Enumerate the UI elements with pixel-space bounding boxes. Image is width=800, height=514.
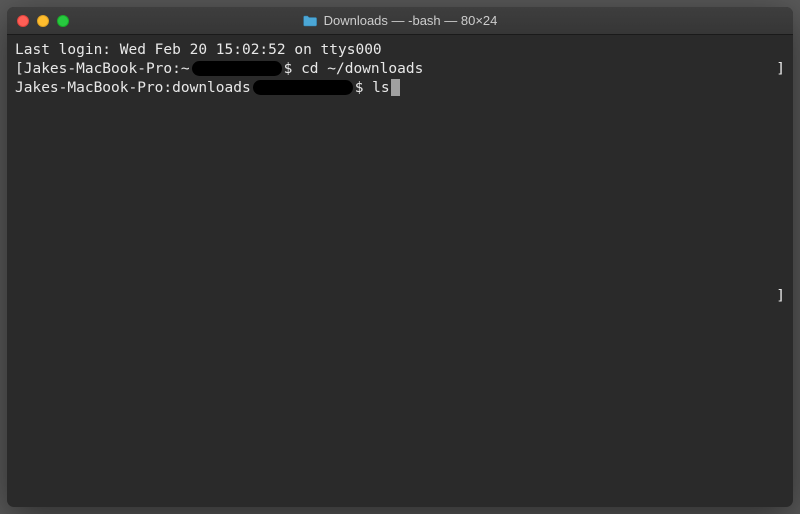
cursor [391, 79, 400, 96]
title-bar: Downloads — -bash — 80×24 [7, 7, 793, 35]
terminal-line-login: Last login: Wed Feb 20 15:02:52 on ttys0… [15, 41, 785, 60]
line-wrap-bracket: ] [776, 287, 785, 306]
prompt-host: [Jakes-MacBook-Pro:~ [15, 60, 190, 79]
window-title-area: Downloads — -bash — 80×24 [303, 13, 498, 28]
prompt-symbol: $ [284, 60, 301, 79]
redacted-user [192, 61, 282, 76]
terminal-line-2: Jakes-MacBook-Pro:downloads $ ls [15, 79, 785, 98]
folder-icon [303, 15, 318, 27]
window-title: Downloads — -bash — 80×24 [324, 13, 498, 28]
terminal-window: Downloads — -bash — 80×24 Last login: We… [7, 7, 793, 507]
login-text: Last login: Wed Feb 20 15:02:52 on ttys0… [15, 41, 382, 60]
maximize-button[interactable] [57, 15, 69, 27]
close-button[interactable] [17, 15, 29, 27]
line-wrap-bracket: ] [776, 60, 785, 79]
redacted-user [253, 80, 353, 95]
command-text: ls [372, 79, 389, 98]
terminal-body[interactable]: Last login: Wed Feb 20 15:02:52 on ttys0… [7, 35, 793, 507]
prompt-symbol: $ [355, 79, 372, 98]
prompt-host: Jakes-MacBook-Pro:downloads [15, 79, 251, 98]
minimize-button[interactable] [37, 15, 49, 27]
traffic-lights [17, 15, 69, 27]
command-text: cd ~/downloads [301, 60, 423, 79]
terminal-line-1: [Jakes-MacBook-Pro:~ $ cd ~/downloads [15, 60, 785, 79]
